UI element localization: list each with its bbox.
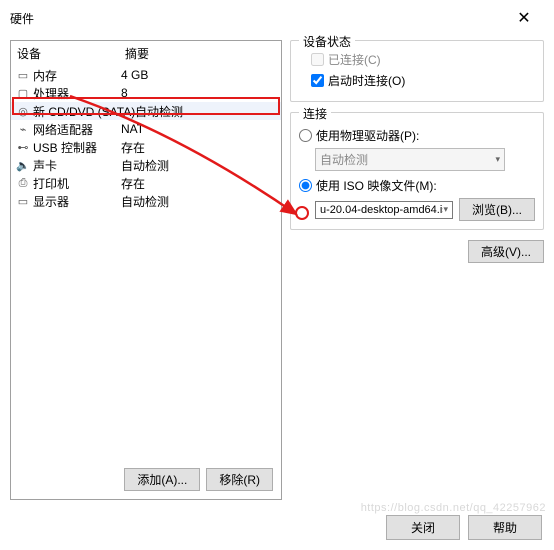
connected-checkbox [311,53,324,66]
hw-row-display[interactable]: ▭ 显示器 自动检测 [11,192,281,210]
hw-row-sound[interactable]: 🔈 声卡 自动检测 [11,156,281,174]
hw-row-cddvd[interactable]: ◎ 新 CD/DVD (SATA) 自动检测 [11,102,281,120]
hw-row-usb[interactable]: ⊷ USB 控制器 存在 [11,138,281,156]
disc-icon: ◎ [15,105,31,118]
hw-row-network[interactable]: ⌁ 网络适配器 NAT [11,120,281,138]
col-summary: 摘要 [125,45,149,62]
browse-button[interactable]: 浏览(B)... [459,198,535,221]
chevron-down-icon: ▾ [495,154,500,165]
close-button[interactable]: 关闭 [386,515,460,540]
display-icon: ▭ [15,195,31,208]
network-icon: ⌁ [15,123,31,136]
device-status-group: 设备状态 已连接(C) 启动时连接(O) [290,40,544,102]
use-iso-label: 使用 ISO 映像文件(M): [316,177,437,194]
hardware-header: 设备 摘要 [11,41,281,66]
connect-on-power-checkbox[interactable] [311,74,324,87]
window-close-button[interactable]: ✕ [504,6,544,30]
window-title: 硬件 [10,10,34,27]
add-hardware-button[interactable]: 添加(A)... [124,468,200,491]
printer-icon: ⎙ [15,177,31,190]
watermark: https://blog.csdn.net/qq_42257962 [361,502,546,514]
memory-icon: ▭ [15,69,31,82]
iso-file-combobox[interactable]: u-20.04-desktop-amd64.iso ▾ [315,201,453,219]
hw-row-printer[interactable]: ⎙ 打印机 存在 [11,174,281,192]
use-physical-label: 使用物理驱动器(P): [316,127,419,144]
help-button[interactable]: 帮助 [468,515,542,540]
hw-row-memory[interactable]: ▭ 内存 4 GB [11,66,281,84]
status-group-title: 设备状态 [299,33,355,50]
usb-icon: ⊷ [15,141,31,154]
connected-label: 已连接(C) [328,51,381,68]
hardware-list: 设备 摘要 ▭ 内存 4 GB ▢ 处理器 8 ◎ 新 CD/DVD (SATA… [10,40,282,500]
remove-hardware-button[interactable]: 移除(R) [206,468,273,491]
chevron-down-icon[interactable]: ▾ [443,204,448,215]
col-device: 设备 [17,45,125,62]
use-physical-radio[interactable] [299,129,312,142]
cpu-icon: ▢ [15,87,31,100]
advanced-button[interactable]: 高级(V)... [468,240,544,263]
hw-row-processor[interactable]: ▢ 处理器 8 [11,84,281,102]
connection-group-title: 连接 [299,105,331,122]
connection-group: 连接 使用物理驱动器(P): 自动检测 ▾ 使用 ISO 映像文件(M): u-… [290,112,544,230]
sound-icon: 🔈 [15,159,31,172]
use-iso-radio[interactable] [299,179,312,192]
connect-on-power-label: 启动时连接(O) [328,72,405,89]
physical-drive-select: 自动检测 ▾ [315,148,505,171]
